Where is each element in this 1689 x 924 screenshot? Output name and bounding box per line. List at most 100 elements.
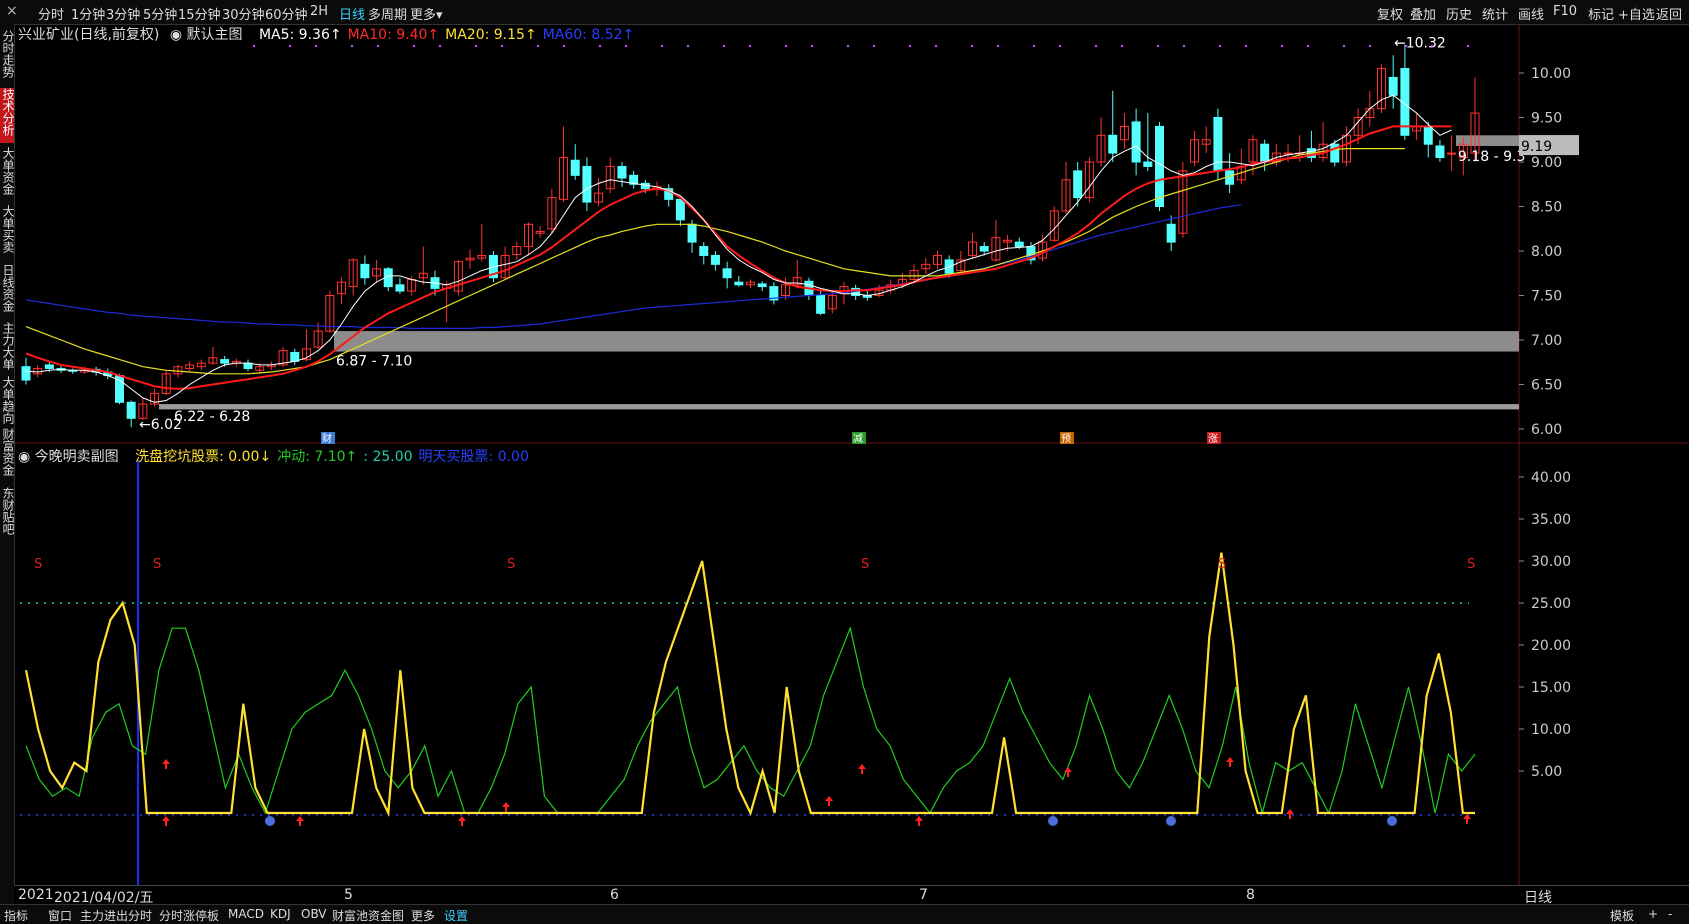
candle-body	[1143, 161, 1153, 167]
period-tab-5[interactable]: 30分钟	[222, 4, 265, 23]
bottom-tab-4[interactable]: MACD	[228, 907, 264, 921]
toolbar-action-6[interactable]: 标记	[1588, 4, 1614, 23]
candle-body	[687, 223, 697, 243]
toolbar-action-2[interactable]: 历史	[1446, 4, 1472, 23]
bottom-tab-0[interactable]: 指标	[4, 907, 28, 924]
toolbar-action-7[interactable]: +自选	[1618, 4, 1655, 23]
period-tab-10[interactable]: 更多▾	[410, 4, 443, 23]
bottom-tab-9[interactable]: 设置	[444, 907, 468, 924]
bottom-tab-8[interactable]: 更多	[411, 907, 435, 924]
toolbar-action-0[interactable]: 复权	[1377, 4, 1403, 23]
sub-indicator-2: : 25.00	[363, 449, 413, 465]
price-tick-label: 9.00	[1531, 155, 1562, 171]
x-axis-label: 5	[344, 887, 353, 903]
period-tab-4[interactable]: 15分钟	[178, 4, 221, 23]
left-tab-4[interactable]: 日线资金	[0, 264, 14, 318]
candle-body	[1108, 134, 1118, 154]
left-tab-1[interactable]: 技术分析	[0, 88, 14, 143]
price-tick-label: 8.00	[1531, 244, 1562, 260]
x-axis-label: 6	[610, 887, 619, 903]
low-price-label: ←6.02	[139, 417, 182, 433]
bottom-action-2[interactable]: -	[1668, 907, 1672, 921]
bottom-tab-6[interactable]: OBV	[301, 907, 327, 921]
signal-dot	[1182, 44, 1186, 48]
candle-body	[1131, 121, 1141, 163]
toolbar-action-5[interactable]: F10	[1553, 4, 1577, 19]
buy-arrow-icon	[162, 759, 170, 769]
sub-title[interactable]: ◉ 今晚明卖副图	[18, 449, 125, 465]
period-tab-8[interactable]: 日线	[339, 4, 365, 23]
sub-tick-label: 15.00	[1531, 680, 1571, 696]
sub-indicator-1: 冲动: 7.10↑	[277, 449, 358, 465]
period-tab-9[interactable]: 多周期	[368, 4, 407, 23]
signal-dot	[1368, 44, 1372, 48]
toolbar-action-1[interactable]: 叠加	[1410, 4, 1436, 23]
bottom-action-1[interactable]: +	[1648, 907, 1658, 921]
left-tab-8[interactable]: 东财贴吧	[0, 487, 14, 537]
signal-dot	[438, 44, 442, 48]
toolbar-action-8[interactable]: 返回	[1656, 4, 1682, 23]
template-label: 默认主图	[186, 27, 243, 43]
period-tab-1[interactable]: 1分钟	[71, 4, 105, 23]
left-tab-3[interactable]: 大单买卖	[0, 205, 14, 260]
bottom-action-0[interactable]: 模板	[1610, 907, 1634, 924]
bottom-tab-7[interactable]: 财富池资金图	[332, 907, 404, 924]
candle-body	[1154, 125, 1164, 207]
left-tab-6[interactable]: 大单趋向	[0, 376, 14, 424]
sub-indicator-3: 明天买股票: 0.00	[418, 449, 529, 465]
signal-dot	[562, 44, 566, 48]
period-tab-6[interactable]: 60分钟	[265, 4, 308, 23]
signal-face-icon	[1166, 816, 1176, 826]
period-tab-0[interactable]: 分时	[38, 4, 64, 23]
zone-label: 9.18 - 9.3	[1458, 149, 1525, 165]
left-tab-0[interactable]: 分时走势	[0, 30, 14, 84]
signal-dot	[934, 44, 938, 48]
price-chart[interactable]: 10.00 9.50 9.00 8.50 8.00 7.50 7.00 6.50 6.00 6.8…	[14, 24, 1689, 444]
x-axis-label: 7	[919, 887, 928, 903]
sell-signal-marker: S	[153, 557, 161, 572]
bottom-tab-2[interactable]: 主力进出分时	[80, 907, 152, 924]
candle-body	[582, 165, 592, 203]
bottom-toolbar: 指标 窗口 主力进出分时 分时涨停板 MACD KDJ OBV 财富池资金图 更多 设置 模板 + -	[0, 904, 1689, 924]
candle-body	[290, 351, 300, 362]
event-marker: 涨	[1208, 433, 1218, 444]
left-tab-2[interactable]: 大单资金	[0, 147, 14, 201]
period-tab-3[interactable]: 5分钟	[143, 4, 177, 23]
buy-arrow-icon	[458, 816, 466, 826]
bottom-tab-5[interactable]: KDJ	[270, 907, 291, 921]
buy-arrow-icon	[825, 796, 833, 806]
signal-dot	[624, 44, 628, 48]
close-icon[interactable]: ×	[6, 3, 18, 19]
signal-dot	[1342, 44, 1346, 48]
ma-legend-0: MA5: 9.36↑	[258, 27, 342, 43]
ma-legend-1: MA10: 9.40↑	[347, 27, 440, 43]
template-selector[interactable]: ◉ 默认主图	[170, 27, 249, 43]
signal-dot	[474, 44, 478, 48]
sell-signal-marker: S	[1467, 557, 1475, 572]
period-tab-7[interactable]: 2H	[310, 4, 328, 19]
sell-signal-marker: S	[861, 557, 869, 572]
event-marker: 减	[853, 433, 863, 444]
bottom-tab-1[interactable]: 窗口	[48, 907, 72, 924]
price-tick-label: 7.00	[1531, 333, 1562, 349]
candle-body	[734, 281, 744, 286]
washout-line	[24, 552, 1475, 818]
left-tab-5[interactable]: 主力大单	[0, 322, 14, 372]
signal-dot	[1218, 44, 1222, 48]
zone-label: 6.22 - 6.28	[174, 409, 250, 425]
toolbar-action-3[interactable]: 统计	[1482, 4, 1508, 23]
candle-body	[44, 364, 54, 369]
price-tick-label: 8.50	[1531, 200, 1562, 216]
signal-dot	[500, 44, 504, 48]
signal-dot	[846, 44, 850, 48]
signal-dot	[1058, 44, 1062, 48]
period-tab-2[interactable]: 3分钟	[106, 4, 140, 23]
buy-arrow-icon	[502, 802, 510, 812]
candle-body	[1073, 170, 1083, 199]
toolbar-action-4[interactable]: 画线	[1518, 4, 1544, 23]
left-tab-7[interactable]: 财富资金	[0, 428, 14, 483]
signal-dot	[350, 44, 354, 48]
ma-legend-3: MA60: 8.52↑	[542, 27, 635, 43]
sub-indicator-chart[interactable]: 40.00 35.00 30.00 25.00 20.00 15.00 10.00 5.00 S…	[14, 444, 1689, 885]
bottom-tab-3[interactable]: 分时涨停板	[159, 907, 219, 924]
